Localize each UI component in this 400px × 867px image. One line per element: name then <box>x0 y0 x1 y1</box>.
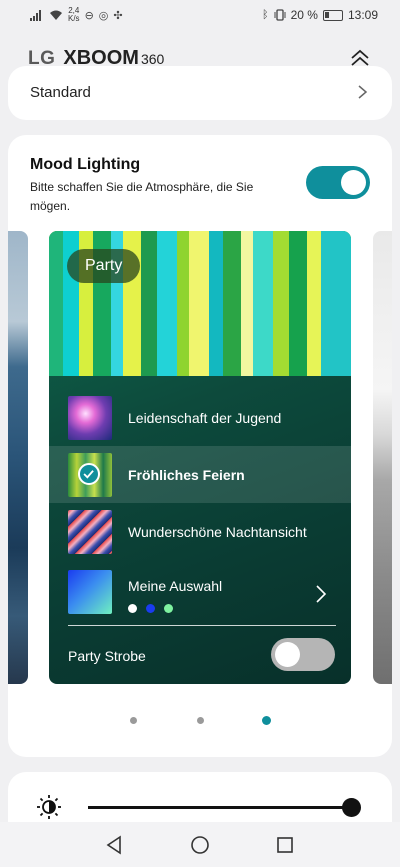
model-label: 360 <box>140 50 165 67</box>
page-dot[interactable] <box>130 717 137 724</box>
mood-lighting-card: Mood Lighting Bitte schaffen Sie die Atm… <box>8 135 392 757</box>
sound-mode-value: Standard <box>30 84 91 101</box>
party-image: Party <box>49 231 351 376</box>
mood-lighting-description: Bitte schaffen Sie die Atmosphäre, die S… <box>30 180 254 213</box>
toggle-knob <box>341 170 366 195</box>
scene-item-feiern[interactable]: Fröhliches Feiern <box>49 446 351 503</box>
color-dot <box>146 604 155 613</box>
recents-square-icon[interactable] <box>274 834 296 856</box>
mood-lighting-toggle[interactable] <box>306 166 370 199</box>
signal-icon <box>30 10 41 21</box>
custom-scene-text: Meine Auswahl <box>128 570 222 613</box>
chevron-right-icon <box>358 85 368 99</box>
scene-item-leidenschaft[interactable]: Leidenschaft der Jugend <box>49 389 351 446</box>
party-strobe-label: Party Strobe <box>68 648 146 664</box>
instagram-icon: ◎ <box>98 9 109 22</box>
scene-thumbnail <box>68 570 112 614</box>
vibrate-icon <box>274 9 286 21</box>
party-mood-card: Party Leidenschaft der Jugend Fröhliches… <box>49 231 351 684</box>
scene-label: Fröhliches Feiern <box>128 466 245 483</box>
back-triangle-icon[interactable] <box>104 834 126 856</box>
mood-card-title: Party <box>67 249 141 283</box>
divider <box>68 625 336 626</box>
brightness-icon <box>37 795 61 819</box>
clock: 13:09 <box>347 8 378 22</box>
scene-list: Leidenschaft der Jugend Fröhliches Feier… <box>49 389 351 628</box>
scene-thumbnail <box>68 509 112 554</box>
home-circle-icon[interactable] <box>189 834 211 856</box>
scene-label: Meine Auswahl <box>128 578 223 594</box>
status-right: ᛒ 20 % 13:09 <box>262 8 378 22</box>
party-strobe-toggle[interactable] <box>271 638 335 671</box>
check-icon <box>78 462 100 485</box>
custom-color-dots <box>128 604 222 613</box>
scene-item-nachtansicht[interactable]: Wunderschöne Nachtansicht <box>49 503 351 560</box>
bluetooth-icon: ᛒ <box>262 9 269 21</box>
page-indicator <box>8 716 392 727</box>
status-left: 2,4 K/s ⊖ ◎ ✣ <box>30 7 123 23</box>
app-notification-icon: ⊖ <box>84 9 94 22</box>
fan-icon: ✣ <box>113 9 123 22</box>
system-nav-bar <box>0 822 400 867</box>
color-dot <box>128 604 137 613</box>
sound-mode-card[interactable]: Standard <box>8 66 392 120</box>
color-dot <box>164 604 173 613</box>
previous-mood-card[interactable] <box>8 231 28 684</box>
brightness-slider-thumb[interactable] <box>342 798 361 817</box>
brightness-slider-track[interactable] <box>88 806 353 809</box>
chevron-right-icon <box>316 585 327 603</box>
network-speed: 2,4 K/s <box>68 7 80 23</box>
page-dot-active[interactable] <box>262 716 271 725</box>
toggle-knob <box>275 642 300 667</box>
battery-icon <box>322 9 343 21</box>
battery-percent: 20 % <box>290 8 318 22</box>
wifi-icon <box>50 10 62 20</box>
mood-lighting-title: Mood Lighting <box>30 156 141 173</box>
scene-item-meine-auswahl[interactable]: Meine Auswahl <box>49 560 351 628</box>
scene-label: Leidenschaft der Jugend <box>128 409 282 426</box>
scene-label: Wunderschöne Nachtansicht <box>128 523 307 540</box>
scene-thumbnail <box>68 452 112 497</box>
page-dot[interactable] <box>197 717 204 724</box>
status-bar: 2,4 K/s ⊖ ◎ ✣ ᛒ 20 % 13:09 <box>0 0 400 30</box>
next-mood-card[interactable] <box>373 231 392 684</box>
scene-thumbnail <box>68 395 112 440</box>
network-speed-unit: K/s <box>68 14 80 23</box>
